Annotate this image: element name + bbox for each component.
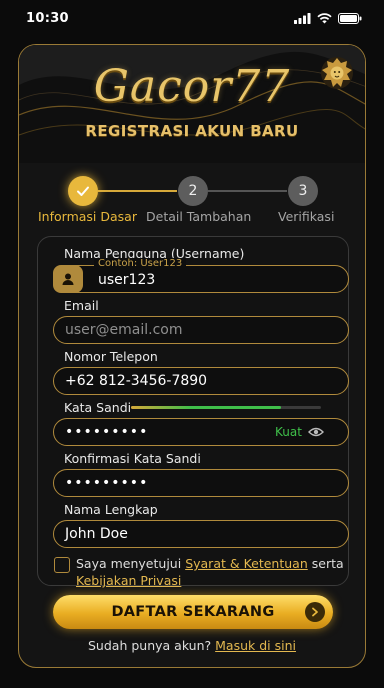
password-strength-label: Kuat xyxy=(275,425,302,439)
arrow-right-icon xyxy=(305,602,325,622)
eye-icon[interactable] xyxy=(308,426,324,438)
username-field[interactable]: Contoh: User123 user123 xyxy=(53,258,349,293)
phone-label: Nomor Telepon xyxy=(64,349,158,364)
lion-icon xyxy=(321,57,353,89)
full-name-field[interactable]: John Doe xyxy=(53,520,349,548)
agreement-prefix: Saya menyetujui xyxy=(76,556,182,571)
username-hint: Contoh: User123 xyxy=(94,258,187,269)
user-icon xyxy=(62,273,74,285)
step-1-circle[interactable] xyxy=(68,176,98,206)
password-value: ••••••••• xyxy=(65,424,149,440)
agreement-text: Saya menyetujui Syarat & Ketentuan serta… xyxy=(76,555,346,589)
status-time: 10:30 xyxy=(26,10,69,26)
header-banner: Gacor77 REGISTRASI AKUN BARU xyxy=(19,45,365,163)
full-name-value: John Doe xyxy=(65,526,128,542)
password-label: Kata Sandi xyxy=(64,400,132,415)
terms-link[interactable]: Syarat & Ketentuan xyxy=(185,556,308,571)
page-subtitle: REGISTRASI AKUN BARU xyxy=(85,122,299,140)
phone-value: +62 812-3456-7890 xyxy=(65,373,208,389)
full-name-label: Nama Lengkap xyxy=(64,502,158,517)
password-strength-track xyxy=(131,406,321,409)
battery-icon xyxy=(338,12,362,24)
step-3-label: Verifikasi xyxy=(278,209,335,224)
step-connector-1 xyxy=(98,190,177,192)
agreement-middle: serta xyxy=(311,556,344,571)
wifi-icon xyxy=(317,12,332,23)
step-3-number: 3 xyxy=(298,183,308,199)
status-bar: 10:30 xyxy=(0,0,384,36)
agreement-checkbox[interactable] xyxy=(54,557,70,573)
email-field[interactable]: user@email.com xyxy=(53,316,349,344)
email-label: Email xyxy=(64,298,99,313)
password-strength-fill xyxy=(131,406,282,409)
login-link[interactable]: Masuk di sini xyxy=(215,638,296,653)
registration-card: Gacor77 REGISTRASI AKUN BARU 2 3 Informa… xyxy=(18,44,366,668)
check-icon xyxy=(77,186,89,196)
email-placeholder: user@email.com xyxy=(65,322,183,338)
step-1-label: Informasi Dasar xyxy=(38,209,137,224)
signal-icon xyxy=(294,12,311,24)
username-value: user123 xyxy=(98,272,156,288)
phone-field[interactable]: +62 812-3456-7890 xyxy=(53,367,349,395)
step-connector-2 xyxy=(208,190,287,192)
user-icon-box xyxy=(53,265,83,293)
status-icons xyxy=(294,12,362,24)
step-2-number: 2 xyxy=(188,183,198,199)
step-2-circle[interactable]: 2 xyxy=(178,176,208,206)
confirm-password-field[interactable]: ••••••••• xyxy=(53,469,349,497)
step-3-circle[interactable]: 3 xyxy=(288,176,318,206)
register-button[interactable]: DAFTAR SEKARANG xyxy=(53,595,333,629)
login-prompt: Sudah punya akun? Masuk di sini xyxy=(19,638,365,653)
step-2-label: Detail Tambahan xyxy=(146,209,252,224)
login-prompt-text: Sudah punya akun? xyxy=(88,638,212,653)
register-button-label: DAFTAR SEKARANG xyxy=(111,604,275,620)
privacy-link[interactable]: Kebijakan Privasi xyxy=(76,573,181,588)
confirm-password-label: Konfirmasi Kata Sandi xyxy=(64,451,201,466)
password-field[interactable]: ••••••••• Kuat xyxy=(53,418,349,446)
confirm-password-value: ••••••••• xyxy=(65,475,149,491)
brand-logo-text: Gacor77 xyxy=(93,61,291,112)
